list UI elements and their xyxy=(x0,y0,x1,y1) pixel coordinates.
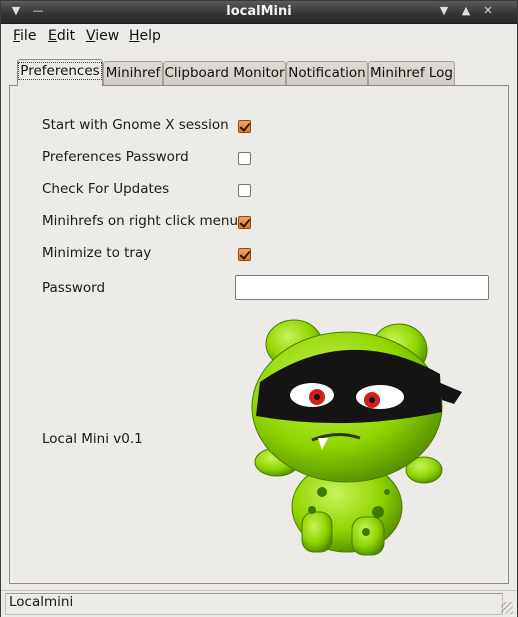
close-icon[interactable]: ✕ xyxy=(481,4,495,18)
menu-file[interactable]: File xyxy=(13,28,36,44)
tab-minihref[interactable]: Minihref xyxy=(103,61,163,85)
preferences-password-label: Preferences Password xyxy=(42,149,189,165)
password-input[interactable] xyxy=(235,275,489,300)
menu-bar: File Edit View Help xyxy=(1,24,517,48)
tab-notification[interactable]: Notification xyxy=(286,61,368,85)
status-bar: Localmini xyxy=(1,590,517,617)
maximize-icon[interactable]: ▲ xyxy=(459,4,473,18)
minimize-tray-checkbox[interactable] xyxy=(238,248,251,261)
title-bar[interactable]: ▼ — localMini ▼ ▲ ✕ xyxy=(1,1,517,24)
check-updates-label: Check For Updates xyxy=(42,181,170,197)
right-click-menu-label: Minihrefs on right click menu xyxy=(42,213,239,229)
mascot-image xyxy=(251,319,462,556)
preferences-password-checkbox[interactable] xyxy=(238,152,251,165)
status-frame xyxy=(5,593,503,615)
start-gnome-label: Start with Gnome X session xyxy=(42,117,229,133)
resize-grip-icon[interactable] xyxy=(501,602,513,614)
password-label: Password xyxy=(42,280,106,296)
check-updates-checkbox[interactable] xyxy=(238,184,251,197)
status-text: Localmini xyxy=(9,594,74,610)
tab-preferences[interactable]: Preferences xyxy=(17,59,103,86)
right-click-menu-checkbox[interactable] xyxy=(238,216,251,229)
menu-help[interactable]: Help xyxy=(129,28,161,44)
main-window: ▼ — localMini ▼ ▲ ✕ File Edit View Help … xyxy=(0,0,518,617)
tab-clipboard-monitor[interactable]: Clipboard Monitor xyxy=(163,61,286,85)
tab-minihref-log[interactable]: Minihref Log xyxy=(368,61,455,85)
menu-edit[interactable]: Edit xyxy=(48,28,75,44)
minimize-tray-label: Minimize to tray xyxy=(42,245,152,261)
minimize-icon[interactable]: ▼ xyxy=(437,4,451,18)
preferences-panel: Start with Gnome X session Preferences P… xyxy=(9,85,509,584)
version-label: Local Mini v0.1 xyxy=(42,431,143,447)
start-gnome-checkbox[interactable] xyxy=(238,120,251,133)
menu-view[interactable]: View xyxy=(86,28,119,44)
